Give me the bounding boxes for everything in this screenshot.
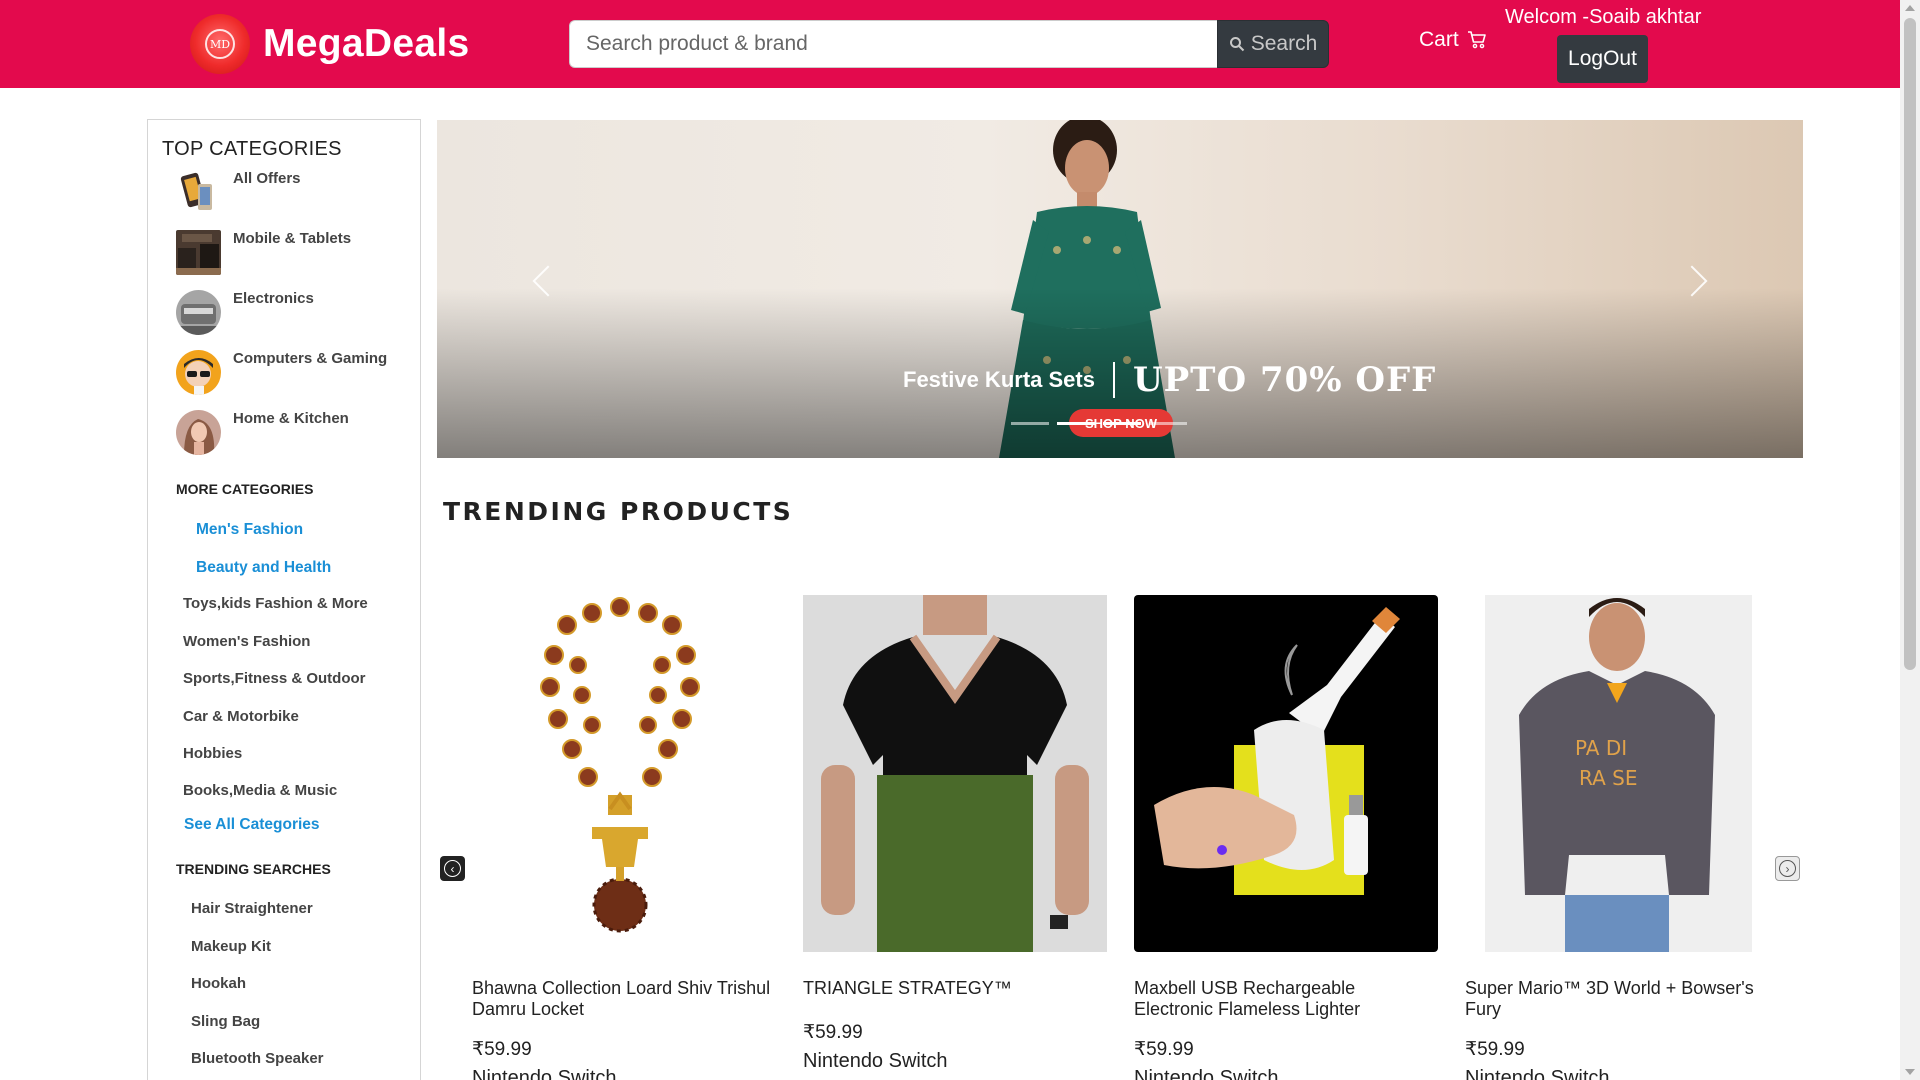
trending-search-item[interactable]: Sling Bag xyxy=(191,1013,260,1030)
category-computers-gaming[interactable]: Computers & Gaming xyxy=(176,350,387,395)
carousel-indicators xyxy=(1011,422,1187,425)
product-card[interactable]: TRIANGLE STRATEGY™ ₹59.99 Nintendo Switc… xyxy=(803,595,1107,1073)
product-image xyxy=(472,595,776,952)
trending-products-title: TRENDING PRODUCTS xyxy=(443,497,794,526)
more-category-sports-fitness[interactable]: Sports,Fitness & Outdoor xyxy=(183,670,366,687)
product-name[interactable]: TRIANGLE STRATEGY™ xyxy=(803,978,1107,999)
product-card[interactable]: Maxbell USB Rechargeable Electronic Flam… xyxy=(1134,595,1438,1080)
scrollbar-thumb[interactable] xyxy=(1904,18,1916,670)
products-next-button[interactable]: › xyxy=(1775,856,1800,881)
category-electronics[interactable]: Electronics xyxy=(176,290,314,335)
category-all-offers[interactable]: All Offers xyxy=(176,170,301,215)
logout-button[interactable]: LogOut xyxy=(1557,35,1648,83)
welcome-text: Welcom -Soaib akhtar xyxy=(1505,6,1702,28)
trending-search-item[interactable]: Bluetooth Speaker xyxy=(191,1050,324,1067)
product-price: ₹59.99 xyxy=(1134,1039,1194,1060)
more-categories-heading: MORE CATEGORIES xyxy=(176,481,314,497)
banner-divider xyxy=(1112,362,1115,398)
svg-text:RA SE: RA SE xyxy=(1579,766,1637,790)
banner-subtitle: Festive Kurta Sets xyxy=(903,367,1095,392)
category-label: Home & Kitchen xyxy=(233,410,349,427)
banner-caption: Festive Kurta Sets UPTO 70% OFF xyxy=(903,360,1436,400)
product-price: ₹59.99 xyxy=(1465,1039,1525,1060)
carousel-indicator-active[interactable] xyxy=(1057,422,1095,425)
trending-searches-heading: TRENDING SEARCHES xyxy=(176,861,331,877)
search-button-label: Search xyxy=(1250,32,1318,55)
product-name[interactable]: Maxbell USB Rechargeable Electronic Flam… xyxy=(1134,978,1438,1020)
trending-search-item[interactable]: Hookah xyxy=(191,975,246,992)
product-platform: Nintendo Switch xyxy=(1134,1067,1279,1080)
carousel-indicator[interactable] xyxy=(1103,422,1141,425)
carousel-indicator[interactable] xyxy=(1011,422,1049,425)
search-bar: Search xyxy=(569,20,1329,68)
brand-name[interactable]: MegaDeals xyxy=(263,22,469,66)
scroll-down-icon[interactable] xyxy=(1905,1069,1915,1075)
product-image xyxy=(1134,595,1438,952)
more-category-beauty-health[interactable]: Beauty and Health xyxy=(196,559,331,577)
top-categories-heading: TOP CATEGORIES xyxy=(162,138,342,160)
more-category-toys-kids[interactable]: Toys,kids Fashion & More xyxy=(183,595,368,612)
product-name[interactable]: Bhawna Collection Loard Shiv Trishul Dam… xyxy=(472,978,776,1020)
product-card[interactable]: Bhawna Collection Loard Shiv Trishul Dam… xyxy=(472,595,776,1080)
svg-text:PA DI: PA DI xyxy=(1575,736,1627,760)
product-platform: Nintendo Switch xyxy=(1465,1067,1610,1080)
product-price: ₹59.99 xyxy=(803,1022,863,1043)
search-icon xyxy=(1229,37,1244,52)
more-category-hobbies[interactable]: Hobbies xyxy=(183,745,242,762)
category-mobile-tablets[interactable]: Mobile & Tablets xyxy=(176,230,351,275)
products-prev-button[interactable]: ‹ xyxy=(440,856,465,881)
electronics-thumbnail xyxy=(176,290,221,335)
page-scrollbar[interactable] xyxy=(1900,0,1920,1080)
more-category-books-media[interactable]: Books,Media & Music xyxy=(183,782,337,799)
product-image xyxy=(803,595,1107,952)
brand-logo[interactable]: MD xyxy=(190,14,250,74)
logo-monogram: MD xyxy=(205,29,235,59)
more-category-mens-fashion[interactable]: Men's Fashion xyxy=(196,521,303,539)
category-label: Computers & Gaming xyxy=(233,350,388,367)
category-label: Mobile & Tablets xyxy=(233,230,352,247)
category-home-kitchen[interactable]: Home & Kitchen xyxy=(176,410,349,455)
chevron-left-icon: ‹ xyxy=(444,860,461,877)
search-button[interactable]: Search xyxy=(1217,20,1329,68)
computers-gaming-thumbnail xyxy=(176,350,221,395)
mobile-tablets-thumbnail xyxy=(176,230,221,275)
product-price: ₹59.99 xyxy=(472,1039,532,1060)
category-label: Electronics xyxy=(233,290,314,307)
product-card[interactable]: PA DI RA SE Super Mario™ 3D World + Bows… xyxy=(1465,595,1769,1080)
product-image: PA DI RA SE xyxy=(1465,595,1769,952)
cart-icon xyxy=(1467,31,1486,49)
cart-label: Cart xyxy=(1419,28,1459,51)
home-kitchen-thumbnail xyxy=(176,410,221,455)
category-label: All Offers xyxy=(233,170,301,187)
product-name[interactable]: Super Mario™ 3D World + Bowser's Fury xyxy=(1465,978,1769,1020)
more-category-car-motorbike[interactable]: Car & Motorbike xyxy=(183,708,299,725)
cart-link[interactable]: Cart xyxy=(1419,28,1487,52)
category-sidebar: TOP CATEGORIES All Offers Mobile & Table… xyxy=(147,119,421,1080)
search-input[interactable] xyxy=(569,20,1217,68)
more-category-womens-fashion[interactable]: Women's Fashion xyxy=(183,633,310,650)
trending-search-item[interactable]: Makeup Kit xyxy=(191,938,271,955)
scroll-up-icon[interactable] xyxy=(1905,5,1915,11)
chevron-right-icon: › xyxy=(1779,860,1796,877)
page: MD MegaDeals Search Cart Welcom -Soaib a… xyxy=(0,0,1920,1080)
trending-search-item[interactable]: Hair Straightener xyxy=(191,900,313,917)
banner-headline: UPTO 70% OFF xyxy=(1132,360,1437,400)
carousel-indicator[interactable] xyxy=(1149,422,1187,425)
product-platform: Nintendo Switch xyxy=(472,1067,617,1080)
hero-carousel[interactable]: Festive Kurta Sets UPTO 70% OFF SHOP NOW xyxy=(437,120,1803,458)
product-platform: Nintendo Switch xyxy=(803,1050,948,1072)
top-navbar: MD MegaDeals Search Cart Welcom -Soaib a… xyxy=(0,0,1900,88)
all-offers-thumbnail xyxy=(176,170,221,215)
see-all-categories-link[interactable]: See All Categories xyxy=(184,816,320,834)
